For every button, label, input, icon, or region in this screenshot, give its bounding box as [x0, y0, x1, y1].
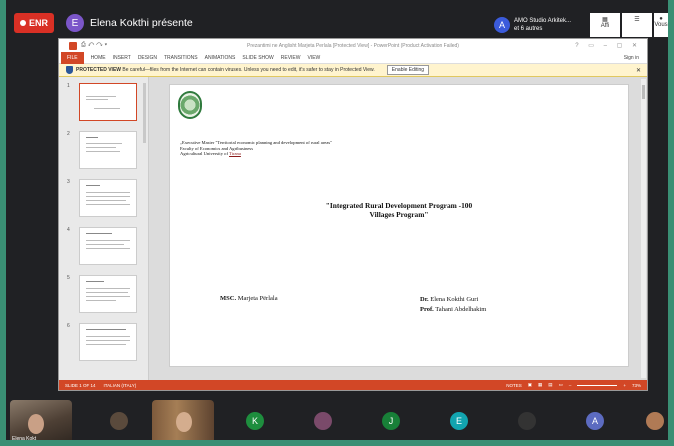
- slide-thumbnail[interactable]: 4: [67, 227, 137, 265]
- scroll-thumb[interactable]: [642, 85, 645, 99]
- slide-canvas: „Executive Master "Territorial economic …: [149, 77, 647, 380]
- tab-slide-show[interactable]: SLIDE SHOW: [242, 55, 273, 61]
- presenter-text: Elena Kokthi présente: [90, 17, 193, 29]
- enable-editing-button[interactable]: Enable Editing: [386, 65, 430, 75]
- participant-avatar-e[interactable]: E: [450, 412, 468, 430]
- thumb-number: 5: [67, 275, 70, 281]
- author-prefix: Dr.: [420, 296, 429, 303]
- window-title: Prezantimi ne Anglisht Marjeta Perlala […: [247, 42, 459, 49]
- people-icon[interactable]: ☰: [622, 13, 652, 37]
- participant-avatar-k[interactable]: K: [246, 412, 264, 430]
- participant-avatar-j[interactable]: J: [382, 412, 400, 430]
- author-name: Tahani Abdelhakim: [433, 306, 487, 313]
- affiliation-program: „Executive Master "Territorial economic …: [180, 140, 333, 145]
- tab-design[interactable]: DESIGN: [138, 55, 157, 61]
- thumbnail-scrollbar[interactable]: [143, 83, 146, 143]
- slide-title-line1: "Integrated Rural Development Program -1…: [325, 201, 473, 210]
- meet-frame: ENR E Elena Kokthi présente A AMO Studio…: [0, 0, 674, 446]
- slide-title: "Integrated Rural Development Program -1…: [170, 201, 628, 219]
- slideshow-icon[interactable]: ▭: [559, 382, 563, 388]
- university-logo-icon: [178, 91, 202, 119]
- slide-thumbnail[interactable]: 6: [67, 323, 137, 361]
- tab-home[interactable]: HOME: [91, 55, 106, 61]
- zoom-slider[interactable]: [577, 384, 618, 386]
- meeting-top-bar: ENR E Elena Kokthi présente A AMO Studio…: [6, 0, 668, 38]
- thumb-number: 3: [67, 179, 70, 185]
- participant-video[interactable]: Elena Kokt: [10, 400, 72, 442]
- zoom-level[interactable]: 73%: [632, 383, 641, 388]
- zoom-out-icon[interactable]: –: [569, 383, 572, 388]
- slide-thumbnail[interactable]: 5: [67, 275, 137, 313]
- protected-view-title: PROTECTED VIEW: [76, 67, 122, 73]
- participant-avatar-a[interactable]: A: [586, 412, 604, 430]
- slide-thumbnail[interactable]: 3: [67, 179, 137, 217]
- zoom-in-icon[interactable]: +: [623, 383, 626, 388]
- author-supervisors: Dr. Elena Kokthi Guri Prof. Tahani Abdel…: [420, 295, 486, 315]
- participant-photo[interactable]: [646, 412, 664, 430]
- presenter-avatar: E: [66, 14, 84, 32]
- slide-thumbnails: 1 2 3 4 5 6: [59, 77, 149, 380]
- status-bar: SLIDE 1 OF 14 ITALIAN (ITALY) NOTES ▣ ▦ …: [59, 380, 647, 390]
- grid-view-icon[interactable]: ▦ Affi: [590, 13, 620, 37]
- tab-transitions[interactable]: TRANSITIONS: [164, 55, 198, 61]
- language[interactable]: ITALIAN (ITALY): [104, 383, 137, 388]
- recording-badge[interactable]: ENR: [14, 13, 54, 33]
- thumb-number: 6: [67, 323, 70, 329]
- author-name: Elena Kokthi Guri: [428, 296, 479, 303]
- author-student: MSC. Marjeta Përlala: [220, 295, 278, 302]
- close-icon[interactable]: ✕: [636, 67, 641, 74]
- author-prefix: Prof.: [420, 306, 434, 313]
- normal-view-icon[interactable]: ▣: [528, 382, 532, 388]
- affiliation-block: „Executive Master "Territorial economic …: [180, 140, 332, 157]
- current-slide: „Executive Master "Territorial economic …: [169, 84, 629, 367]
- participant-face: [28, 414, 44, 434]
- participant-photo[interactable]: [314, 412, 332, 430]
- participants-chip[interactable]: A AMO Studio Arkitek... et 6 autres: [494, 13, 586, 37]
- record-dot-icon: [19, 20, 26, 26]
- reading-view-icon[interactable]: ▤: [548, 382, 552, 388]
- participant-photo[interactable]: [110, 412, 128, 430]
- window-title-bar: ⎙↶↷▾ Prezantimi ne Anglisht Marjeta Perl…: [59, 39, 647, 52]
- participant-name: AMO Studio Arkitek...: [514, 18, 572, 24]
- tab-animations[interactable]: ANIMATIONS: [205, 55, 236, 61]
- tab-view[interactable]: VIEW: [308, 55, 321, 61]
- ribbon-tabs: FILE HOME INSERT DESIGN TRANSITIONS ANIM…: [59, 51, 647, 64]
- author-prefix: MSC.: [220, 295, 237, 302]
- slide-thumbnail[interactable]: 2: [67, 131, 137, 169]
- thumb-number: 4: [67, 227, 70, 233]
- slide-sorter-icon[interactable]: ▦: [538, 382, 542, 388]
- affiliation-city: Tirana: [229, 151, 241, 157]
- participant-video[interactable]: [152, 400, 214, 440]
- protected-view-message: Be careful—files from the Internet can c…: [122, 67, 375, 73]
- tab-file[interactable]: FILE: [61, 51, 84, 64]
- protected-view-bar: PROTECTED VIEW Be careful—files from the…: [59, 64, 647, 77]
- tab-review[interactable]: REVIEW: [281, 55, 301, 61]
- shield-icon: [66, 66, 73, 74]
- grid-view-label: Affi: [600, 23, 610, 29]
- thumb-number: 1: [67, 83, 70, 89]
- slide-thumbnail[interactable]: 1: [67, 83, 137, 121]
- participant-video-name: Elena Kokt: [12, 436, 37, 442]
- slide-title-line2: Villages Program": [369, 210, 429, 219]
- you-label: Vous: [654, 22, 668, 28]
- powerpoint-window: ⎙↶↷▾ Prezantimi ne Anglisht Marjeta Perl…: [58, 38, 648, 391]
- slide-count: SLIDE 1 OF 14: [65, 382, 96, 388]
- affiliation-university: Agricultural University of: [180, 151, 230, 157]
- thumb-number: 2: [67, 131, 70, 137]
- record-label: ENR: [28, 18, 48, 28]
- participant-more: et 6 autres: [514, 26, 543, 32]
- chat-icon[interactable]: ● Vous: [654, 13, 668, 37]
- tab-insert[interactable]: INSERT: [113, 55, 131, 61]
- window-controls[interactable]: ? ▭ – ▢ ✕: [575, 42, 641, 49]
- participant-strip: Elena Kokt K J E A: [6, 391, 668, 442]
- author-name: Marjeta Përlala: [236, 295, 278, 302]
- slide-scrollbar[interactable]: [641, 79, 646, 378]
- participant-photo[interactable]: [518, 412, 536, 430]
- participant-face: [176, 412, 192, 432]
- participant-avatar: A: [494, 17, 510, 33]
- notes-button[interactable]: NOTES: [506, 383, 522, 388]
- sign-in-link[interactable]: Sign in: [624, 55, 639, 61]
